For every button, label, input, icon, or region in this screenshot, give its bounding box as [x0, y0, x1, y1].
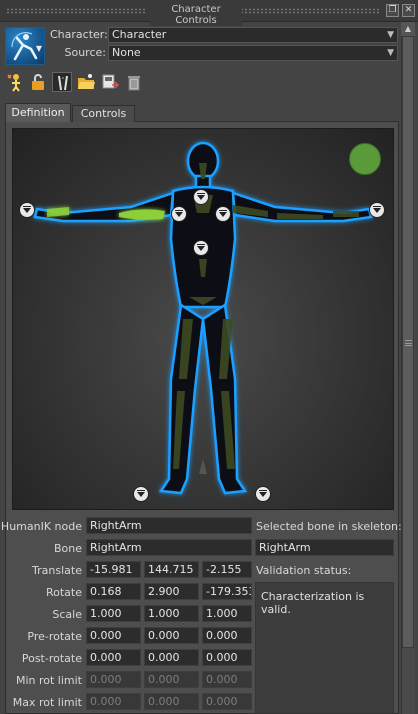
scale-z-field[interactable]: 1.000: [202, 605, 252, 622]
bone-label: Bone: [53, 542, 82, 555]
min-rot-limit-y-field: 0.000: [144, 671, 199, 688]
pre-rotate-label: Pre-rotate: [27, 630, 82, 643]
pre-rotate-y-field[interactable]: 0.000: [144, 627, 199, 644]
character-viewer[interactable]: [12, 128, 394, 510]
validation-status-indicator: [349, 143, 381, 175]
node-marker-right-shoulder[interactable]: [171, 206, 187, 222]
selected-bone-label: Selected bone in skeleton:: [256, 520, 402, 533]
post-rotate-z-field[interactable]: 0.000: [202, 649, 252, 666]
chevron-down-icon: ▼: [387, 48, 394, 58]
selected-bone-field[interactable]: RightArm: [255, 539, 394, 556]
pre-rotate-x-field[interactable]: 0.000: [86, 627, 141, 644]
scroll-up-arrow[interactable]: ▲: [401, 22, 415, 36]
source-dropdown[interactable]: None ▼: [108, 45, 398, 61]
post-rotate-label: Post-rotate: [21, 652, 82, 665]
max-rot-limit-label: Max rot limit: [12, 696, 82, 709]
title-grip-left[interactable]: [6, 8, 146, 14]
node-marker-left-hand[interactable]: [369, 202, 385, 218]
lock-icon[interactable]: [28, 72, 48, 92]
node-marker-left-shoulder[interactable]: [215, 206, 231, 222]
max-rot-limit-y-field: 0.000: [144, 693, 199, 710]
source-label: Source:: [64, 46, 107, 59]
skeleton-icon[interactable]: [52, 72, 72, 92]
folder-icon[interactable]: [76, 72, 96, 92]
character-menu-button[interactable]: ▼: [5, 27, 45, 65]
character-label: Character:: [50, 28, 108, 41]
rotate-label: Rotate: [45, 586, 82, 599]
title-bar: Character Controls ❐ ✕: [0, 0, 418, 26]
grip-icon: [405, 340, 412, 346]
scale-label: Scale: [52, 608, 82, 621]
tab-controls[interactable]: Controls: [72, 105, 135, 122]
delete-icon[interactable]: [124, 72, 144, 92]
post-rotate-y-field[interactable]: 0.000: [144, 649, 199, 666]
title-grip-right[interactable]: [240, 8, 380, 14]
create-character-icon[interactable]: [5, 72, 25, 92]
chevron-down-icon: ▼: [35, 44, 42, 53]
float-window-button[interactable]: ❐: [386, 4, 399, 17]
translate-x-field[interactable]: -15.981: [86, 561, 141, 578]
close-window-button[interactable]: ✕: [402, 4, 415, 17]
bone-field[interactable]: RightArm: [86, 539, 252, 556]
character-figure: [33, 141, 373, 495]
node-marker-neck[interactable]: [193, 189, 209, 205]
character-dropdown[interactable]: Character ▼: [108, 27, 398, 43]
post-rotate-x-field[interactable]: 0.000: [86, 649, 141, 666]
scale-x-field[interactable]: 1.000: [86, 605, 141, 622]
translate-y-field[interactable]: 144.715: [144, 561, 199, 578]
max-rot-limit-z-field: 0.000: [202, 693, 252, 710]
source-value: None: [112, 46, 141, 59]
node-marker-right-hand[interactable]: [19, 202, 35, 218]
pre-rotate-z-field[interactable]: 0.000: [202, 627, 252, 644]
node-marker-left-foot[interactable]: [255, 486, 271, 502]
rotate-y-field[interactable]: 2.900: [144, 583, 199, 600]
node-marker-right-foot[interactable]: [133, 486, 149, 502]
translate-label: Translate: [32, 564, 82, 577]
min-rot-limit-x-field: 0.000: [86, 671, 141, 688]
max-rot-limit-x-field: 0.000: [86, 693, 141, 710]
translate-z-field[interactable]: -2.155: [202, 561, 252, 578]
validation-status-box: Characterization is valid.: [255, 582, 394, 714]
tab-definition[interactable]: Definition: [5, 103, 71, 122]
rotate-z-field[interactable]: -179.353: [202, 583, 252, 600]
node-marker-spine[interactable]: [193, 240, 209, 256]
export-icon[interactable]: [100, 72, 120, 92]
rotate-x-field[interactable]: 0.168: [86, 583, 141, 600]
character-value: Character: [112, 28, 167, 41]
min-rot-limit-label: Min rot limit: [15, 674, 82, 687]
humanik-node-label: HumanIK node: [0, 520, 82, 533]
validation-message: Characterization is valid.: [261, 590, 365, 616]
min-rot-limit-z-field: 0.000: [202, 671, 252, 688]
humanik-node-field[interactable]: RightArm: [86, 517, 252, 534]
window-title: Character Controls: [150, 4, 242, 26]
scrollbar-thumb[interactable]: [402, 36, 414, 648]
validation-status-label: Validation status:: [256, 564, 352, 577]
scale-y-field[interactable]: 1.000: [144, 605, 199, 622]
chevron-down-icon: ▼: [387, 30, 394, 40]
